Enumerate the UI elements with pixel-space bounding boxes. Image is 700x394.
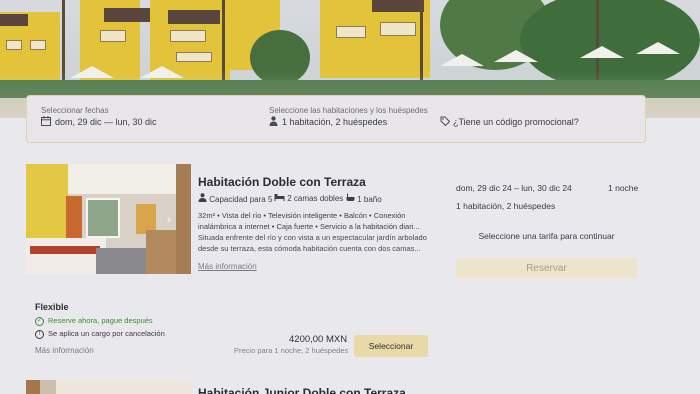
bed-icon: [274, 194, 287, 203]
info-circle-icon: !: [35, 329, 44, 339]
select-rate-message: Seleccione una tarifa para continuar: [478, 231, 615, 241]
capacity-text: Capacidad para 5: [209, 195, 273, 204]
next-room-photo[interactable]: [26, 380, 191, 394]
beds-info: 2 camas dobles: [274, 193, 343, 203]
room-description: Situada enfrente del río y con vista a u…: [198, 233, 427, 253]
reserve-button[interactable]: Reservar: [456, 258, 637, 278]
bath-icon: [346, 193, 357, 204]
capacity-info: Capacidad para 5: [198, 193, 272, 204]
booking-search-bar: Seleccionar fechas dom, 29 dic — lun, 30…: [26, 95, 646, 143]
next-room-title: Habitación Junior Doble con Terraza: [198, 386, 406, 394]
check-circle-icon: ✓: [35, 316, 44, 326]
cancellation-text: Se aplica un cargo por cancelación: [48, 329, 165, 338]
summary-guests: 1 habitación, 2 huéspedes: [456, 201, 556, 211]
rate-price-note: Precio para 1 noche, 2 huéspedes: [234, 346, 349, 355]
select-rate-button[interactable]: Seleccionar: [354, 335, 428, 357]
bath-text: 1 baño: [357, 195, 382, 204]
rooms-guests-value[interactable]: 1 habitación, 2 huéspedes: [282, 117, 387, 127]
dates-value[interactable]: dom, 29 dic — lun, 30 dic: [55, 117, 157, 127]
pay-later-text: Reserve ahora, pague después: [48, 316, 153, 325]
rooms-guests-label: Seleccione las habitaciones y los huéspe…: [269, 106, 428, 115]
bath-info: 1 baño: [346, 193, 382, 204]
tag-icon: [440, 116, 451, 129]
room-title: Habitación Doble con Terraza: [198, 175, 366, 189]
person-icon: [269, 116, 278, 129]
room-more-info-link[interactable]: Más información: [198, 262, 257, 271]
summary-dates: dom, 29 dic 24 – lun, 30 dic 24: [456, 183, 572, 193]
next-photo-icon[interactable]: ›: [167, 212, 171, 226]
promo-code-link[interactable]: ¿Tiene un código promocional?: [453, 117, 579, 127]
rate-more-info-link[interactable]: Más información: [35, 346, 94, 355]
calendar-icon: [41, 116, 51, 129]
rate-name: Flexible: [35, 302, 69, 312]
beds-text: 2 camas dobles: [287, 194, 344, 203]
room-amenities: 32m² • Vista del río • Televisión inteli…: [198, 211, 420, 231]
rate-price: 4200,00 MXN: [289, 334, 348, 345]
summary-nights: 1 noche: [608, 183, 639, 193]
cancellation-policy: ! Se aplica un cargo por cancelación: [35, 329, 165, 339]
room-photo[interactable]: ›: [26, 164, 191, 274]
dates-label: Seleccionar fechas: [41, 106, 109, 115]
capacity-icon: [198, 193, 209, 204]
pay-later-policy: ✓ Reserve ahora, pague después: [35, 316, 153, 326]
